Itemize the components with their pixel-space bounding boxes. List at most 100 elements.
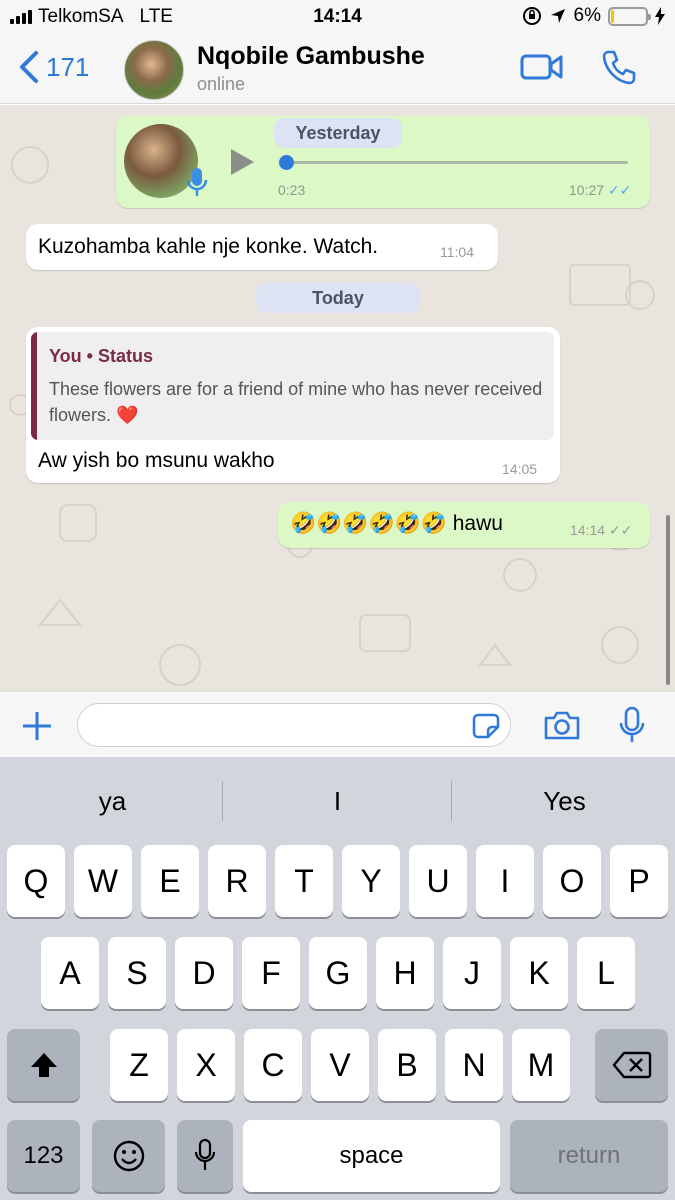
backspace-icon [612,1051,651,1079]
suggestion-2[interactable]: I [225,757,450,845]
voice-duration: 0:23 [278,182,306,198]
emoji-icon [113,1140,144,1172]
key-z[interactable]: Z [110,1029,168,1101]
voice-progress-knob[interactable] [279,155,294,170]
key-i[interactable]: I [476,845,534,917]
key-u[interactable]: U [409,845,467,917]
attach-plus-icon[interactable] [20,709,54,743]
key-label: A [59,955,81,991]
key-c[interactable]: C [244,1029,302,1101]
quoted-status[interactable]: You • Status These flowers are for a fri… [31,332,554,440]
key-b[interactable]: B [378,1029,436,1101]
key-label: K [528,955,550,991]
key-d[interactable]: D [175,937,233,1009]
video-call-icon[interactable] [520,52,564,82]
key-v[interactable]: V [311,1029,369,1101]
location-icon [550,9,565,23]
key-g[interactable]: G [309,937,367,1009]
voice-progress-track[interactable] [282,161,628,164]
key-label: O [559,863,585,899]
incoming-message[interactable]: Kuzohamba kahle nje konke. Watch. 11:04 [26,224,498,270]
key-j[interactable]: J [443,937,501,1009]
key-y[interactable]: Y [342,845,400,917]
key-r[interactable]: R [208,845,266,917]
key-x[interactable]: X [177,1029,235,1101]
outgoing-message[interactable]: 🤣🤣🤣🤣🤣🤣 hawu 14:14 ✓✓ [278,502,650,548]
message-time: 11:04 [440,244,474,260]
key-t[interactable]: T [275,845,333,917]
emoji-key[interactable] [92,1120,165,1192]
shift-key[interactable] [7,1029,80,1101]
shift-arrow-icon [30,1053,57,1077]
battery-icon [608,6,651,26]
message-time: 14:05 [502,461,538,477]
suggestion-3[interactable]: Yes [452,757,675,845]
key-label: C [261,1047,285,1083]
key-label: T [294,863,314,899]
day-separator-yesterday: Yesterday [274,118,402,148]
quote-author: You • Status [49,346,153,366]
key-label: S [126,955,148,991]
key-label: M [527,1047,555,1083]
key-label: Q [23,863,49,899]
read-receipt-icon: ✓✓ [608,522,633,538]
sticker-icon[interactable] [472,713,500,739]
dictation-key[interactable] [177,1120,233,1192]
key-label: W [87,863,119,899]
message-text: 🤣🤣🤣🤣🤣🤣 hawu [290,512,503,535]
key-label: I [500,863,510,899]
return-key-label: return [557,1142,621,1169]
battery-percent: 6% [573,5,601,26]
charging-icon [655,7,665,25]
key-label: N [462,1047,486,1083]
contact-name[interactable]: Nqobile Gambushe [197,42,425,71]
message-time-value: 14:14 [570,522,606,538]
voice-call-icon[interactable] [600,48,638,86]
key-label: J [464,955,480,991]
space-key-label: space [339,1142,404,1169]
suggestion-1[interactable]: ya [0,757,225,845]
return-key[interactable]: return [510,1120,668,1192]
backspace-key[interactable] [595,1029,668,1101]
chevron-left-icon [20,51,38,83]
incoming-reply-message[interactable]: You • Status These flowers are for a fri… [26,327,560,483]
contact-avatar[interactable] [124,40,184,100]
numbers-key-label: 123 [23,1142,64,1169]
play-button[interactable] [228,148,256,176]
key-h[interactable]: H [376,937,434,1009]
numbers-key[interactable]: 123 [7,1120,80,1192]
message-text: Aw yish bo msunu wakho [38,449,275,472]
voice-time-value: 10:27 [569,182,605,198]
key-n[interactable]: N [445,1029,503,1101]
unread-count: 171 [46,51,90,82]
key-a[interactable]: A [41,937,99,1009]
message-text: Kuzohamba kahle nje konke. Watch. [38,235,379,258]
key-label: H [393,955,417,991]
chat-area[interactable]: 0:23 10:27 ✓✓ Yesterday Kuzohamba kahle … [0,105,675,691]
space-key[interactable]: space [243,1120,500,1192]
orientation-lock-icon [522,7,541,25]
key-l[interactable]: L [577,937,635,1009]
key-w[interactable]: W [74,845,132,917]
chat-scrollbar[interactable] [666,515,670,685]
key-f[interactable]: F [242,937,300,1009]
key-o[interactable]: O [543,845,601,917]
contact-status: online [197,74,246,94]
key-q[interactable]: Q [7,845,65,917]
key-p[interactable]: P [610,845,668,917]
message-time: 14:14 ✓✓ [570,522,632,539]
key-k[interactable]: K [510,937,568,1009]
key-e[interactable]: E [141,845,199,917]
key-label: P [628,863,650,899]
message-input[interactable] [77,703,511,747]
key-m[interactable]: M [512,1029,570,1101]
back-button[interactable]: 171 [18,50,89,84]
key-s[interactable]: S [108,937,166,1009]
key-label: V [329,1047,351,1083]
key-label: Y [360,863,382,899]
key-label: B [396,1047,418,1083]
read-receipt-icon: ✓✓ [607,182,632,198]
camera-icon[interactable] [543,709,581,741]
status-icons: 6% [522,5,665,27]
voice-record-icon[interactable] [617,706,647,744]
